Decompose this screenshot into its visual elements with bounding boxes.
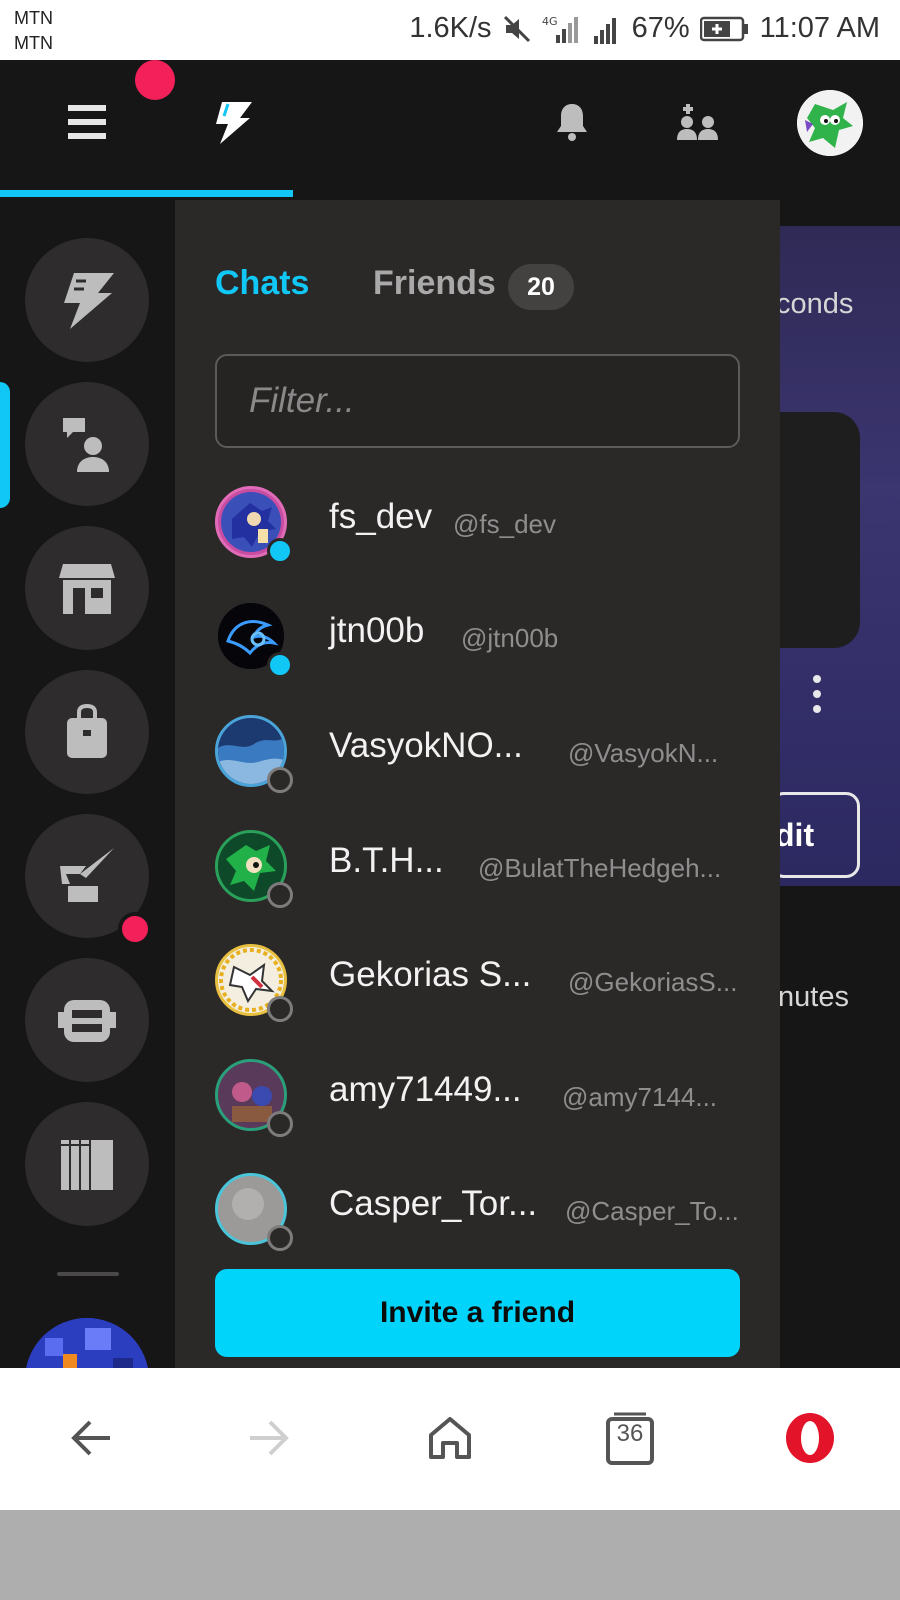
menu-notification-dot: [135, 60, 175, 100]
friend-row[interactable]: jtn00b @jtn00b: [215, 600, 740, 700]
storefront-icon: [59, 564, 115, 614]
friend-row[interactable]: VasyokNO... @VasyokN...: [215, 715, 740, 815]
opera-menu-button[interactable]: [778, 1406, 842, 1470]
banner-card: [780, 412, 860, 648]
carrier-1: MTN: [14, 8, 53, 28]
offline-status-indicator: [267, 1111, 293, 1137]
friend-name: B.T.H...: [329, 841, 444, 880]
friend-handle: @jtn00b: [461, 623, 559, 653]
friend-handle: @fs_dev: [453, 509, 556, 539]
friend-handle: @amy7144...: [562, 1082, 718, 1112]
browser-toolbar: 36: [0, 1368, 900, 1510]
friend-handle: @Casper_To...: [565, 1196, 739, 1226]
menu-button[interactable]: [55, 90, 119, 154]
forward-arrow-icon: [250, 1420, 289, 1456]
edit-button[interactable]: dit: [780, 792, 860, 878]
server-icon: [25, 1318, 149, 1368]
bolt-icon: [64, 273, 114, 329]
rail-item-home[interactable]: [25, 238, 149, 362]
more-options-icon[interactable]: [812, 674, 822, 714]
friends-count-badge: 20: [508, 264, 574, 310]
offline-status-indicator: [267, 767, 293, 793]
add-friend-icon: [677, 104, 718, 140]
friend-row[interactable]: Gekorias S... @GekoriasS...: [215, 944, 740, 1044]
rail-active-indicator: [0, 382, 10, 508]
forward-button[interactable]: [238, 1406, 302, 1470]
offline-status-indicator: [267, 882, 293, 908]
friend-handle: @GekoriasS...: [568, 967, 738, 997]
hamburger-icon: [68, 105, 106, 139]
background-page: conds dit nutes: [780, 200, 900, 1368]
carrier-2: MTN: [14, 33, 53, 53]
rail-item-inventory[interactable]: [25, 670, 149, 794]
rail-server-avatar[interactable]: [25, 1318, 149, 1368]
battery-level: 67%: [631, 12, 690, 44]
opera-logo-icon: [786, 1413, 834, 1463]
mute-icon: [502, 14, 532, 44]
friend-name: Casper_Tor...: [329, 1184, 538, 1223]
carrier-names: MTN MTN: [14, 6, 53, 56]
signal-icon: [592, 14, 622, 44]
back-button[interactable]: [58, 1406, 122, 1470]
left-rail: [0, 200, 175, 1368]
friend-row[interactable]: Casper_Tor... @Casper_To...: [215, 1173, 740, 1273]
filter-input[interactable]: [215, 354, 740, 448]
tab-friends[interactable]: Friends: [373, 264, 496, 303]
tabs-button[interactable]: 36: [598, 1406, 662, 1470]
friend-row[interactable]: fs_dev @fs_dev: [215, 486, 740, 586]
offline-status-indicator: [267, 996, 293, 1022]
friend-name: amy71449...: [329, 1070, 522, 1109]
network-speed: 1.6K/s: [409, 12, 492, 44]
online-status-indicator: [267, 652, 293, 678]
friend-handle: @VasyokN...: [568, 738, 719, 768]
friend-name: fs_dev: [329, 497, 433, 536]
user-avatar-icon: [797, 90, 863, 156]
offline-status-indicator: [267, 1225, 293, 1251]
friend-name: jtn00b: [329, 611, 425, 650]
bolt-logo-icon: [216, 102, 252, 144]
add-friend-button[interactable]: [666, 90, 730, 154]
library-icon: [61, 1140, 113, 1190]
bag-icon: [67, 704, 107, 758]
friend-handle: @BulatTheHedgeh...: [478, 853, 722, 883]
rail-item-library[interactable]: [25, 1102, 149, 1226]
edit-button-label: dit: [780, 816, 815, 853]
back-arrow-icon: [71, 1420, 110, 1456]
notifications-button[interactable]: [540, 90, 604, 154]
banner-timestamp-text: conds: [780, 288, 854, 320]
friend-row[interactable]: B.T.H... @BulatTheHedgeh...: [215, 830, 740, 930]
status-bar: MTN MTN 1.6K/s 4G 67% 11:07 AM: [0, 0, 900, 60]
header-progress-indicator: [0, 190, 293, 197]
home-logo-button[interactable]: [200, 90, 264, 154]
home-icon: [429, 1417, 471, 1459]
tabs-count: 36: [616, 1420, 644, 1447]
bell-icon: [557, 104, 587, 141]
svg-text:4G: 4G: [542, 15, 558, 28]
rail-item-bots[interactable]: [25, 958, 149, 1082]
create-notification-dot: [118, 912, 152, 946]
chats-panel: Chats Friends 20 fs_dev @fs_dev jtn00b @…: [175, 200, 780, 1368]
rail-item-social[interactable]: [25, 382, 149, 506]
status-indicators: 1.6K/s 4G 67% 11:07 AM: [409, 12, 880, 45]
rail-divider: [57, 1272, 119, 1276]
friend-row[interactable]: amy71449... @amy7144...: [215, 1059, 740, 1159]
clock: 11:07 AM: [759, 12, 880, 44]
chat-person-icon: [63, 418, 109, 472]
battery-icon: [699, 16, 750, 42]
robot-icon: [58, 1000, 116, 1042]
invite-friend-button[interactable]: Invite a friend: [215, 1269, 740, 1357]
system-nav-bar: [0, 1510, 900, 1600]
profile-banner: conds dit: [780, 226, 900, 886]
profile-avatar[interactable]: [797, 90, 863, 156]
rail-item-store[interactable]: [25, 526, 149, 650]
friend-name: Gekorias S...: [329, 955, 532, 994]
friend-name: VasyokNO...: [329, 726, 523, 765]
tab-chats[interactable]: Chats: [215, 264, 309, 303]
signal-4g-icon: 4G: [542, 13, 582, 45]
quill-icon: [60, 848, 114, 902]
online-status-indicator: [267, 538, 293, 564]
home-button[interactable]: [418, 1406, 482, 1470]
activity-timestamp-text: nutes: [780, 981, 849, 1013]
